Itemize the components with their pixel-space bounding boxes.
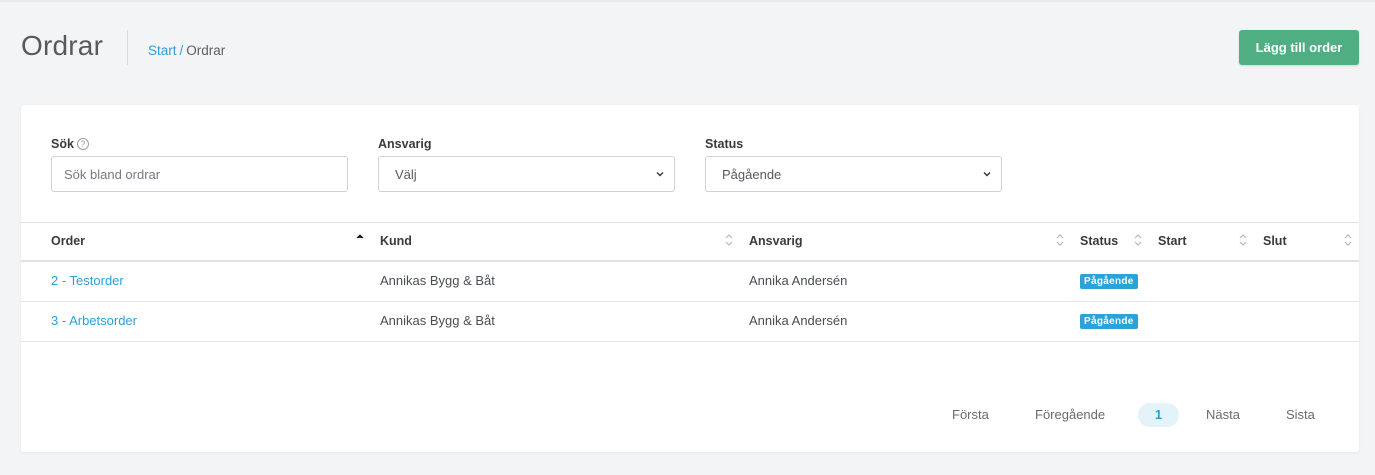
status-select[interactable]: Pågående (705, 156, 1002, 192)
title-divider (127, 30, 128, 65)
column-header-status[interactable]: Status (1080, 234, 1118, 248)
column-header-slut[interactable]: Slut (1263, 234, 1287, 248)
order-link[interactable]: 2 - Testorder (51, 273, 124, 288)
sort-icon[interactable] (725, 233, 733, 247)
table-header-divider (21, 260, 1359, 262)
order-link[interactable]: 3 - Arbetsorder (51, 313, 137, 328)
search-label-group: Sök? (51, 137, 89, 151)
responsible-label: Ansvarig (378, 137, 432, 151)
add-order-button[interactable]: Lägg till order (1239, 30, 1359, 65)
help-icon[interactable]: ? (76, 138, 89, 150)
responsible-select[interactable]: Välj (378, 156, 675, 192)
breadcrumb: Start / Ordrar (148, 43, 225, 58)
page-title: Ordrar (21, 30, 104, 61)
search-input[interactable] (52, 157, 347, 191)
column-header-order[interactable]: Order (51, 234, 85, 248)
sort-ascending-icon[interactable] (356, 233, 364, 247)
top-border (0, 0, 1375, 2)
sort-icon[interactable] (1239, 233, 1247, 247)
customer-cell: Annikas Bygg & Båt (380, 273, 495, 288)
search-field (51, 156, 348, 192)
column-header-start[interactable]: Start (1158, 234, 1186, 248)
chevron-down-icon (656, 172, 664, 177)
pagination-previous[interactable]: Föregående (1035, 407, 1105, 422)
status-badge: Pågående (1080, 314, 1138, 329)
sort-icon[interactable] (1344, 233, 1352, 247)
sort-icon[interactable] (1056, 233, 1064, 247)
row-divider (21, 341, 1359, 342)
breadcrumb-current: Ordrar (186, 43, 226, 58)
column-header-ansvarig[interactable]: Ansvarig (749, 234, 803, 248)
pagination-next[interactable]: Nästa (1206, 407, 1240, 422)
row-divider (21, 301, 1359, 302)
sort-icon[interactable] (1134, 233, 1142, 247)
breadcrumb-separator: / (179, 43, 184, 58)
customer-cell: Annikas Bygg & Båt (380, 313, 495, 328)
chevron-down-icon (983, 172, 991, 177)
table-top-border (21, 222, 1359, 223)
search-label: Sök (51, 137, 74, 151)
pagination-first[interactable]: Första (952, 407, 989, 422)
status-select-value: Pågående (722, 167, 782, 182)
responsible-select-value: Välj (395, 167, 417, 182)
breadcrumb-home-link[interactable]: Start (148, 43, 177, 58)
responsible-cell: Annika Andersén (749, 273, 848, 288)
pagination-current-page[interactable]: 1 (1138, 403, 1179, 427)
status-label: Status (705, 137, 744, 151)
responsible-cell: Annika Andersén (749, 313, 848, 328)
status-badge: Pågående (1080, 274, 1138, 289)
pagination-last[interactable]: Sista (1286, 407, 1315, 422)
orders-card: Sök? Ansvarig Välj Status Pågående Order… (21, 105, 1359, 452)
column-header-kund[interactable]: Kund (380, 234, 412, 248)
